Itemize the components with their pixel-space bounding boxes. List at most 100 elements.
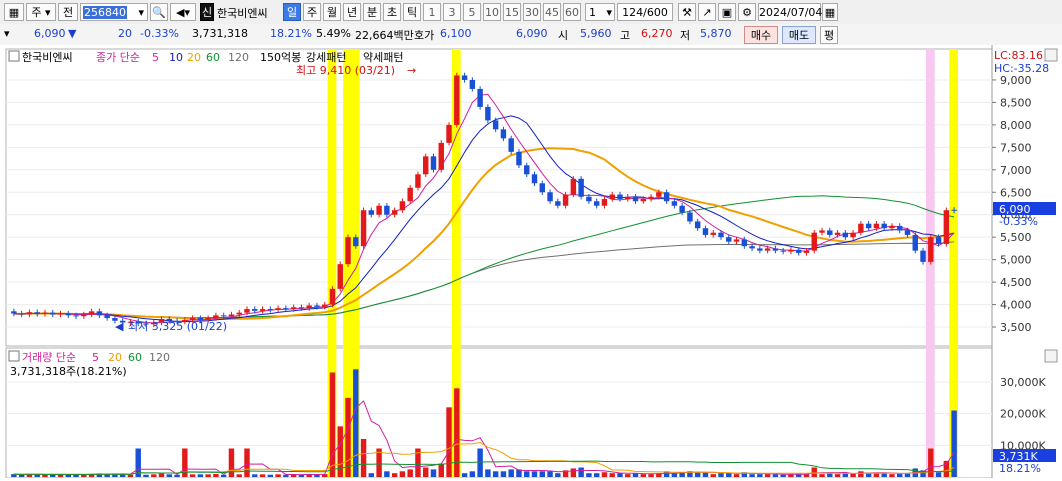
volume-bar	[492, 471, 499, 477]
current-price: 6,090	[34, 27, 66, 40]
period-month[interactable]: 월	[323, 3, 341, 21]
price-tag-pct: -0.33%	[999, 215, 1038, 228]
candle	[329, 288, 336, 305]
volume-bar	[555, 473, 561, 477]
period-minute[interactable]: 분	[363, 3, 381, 21]
legend-ma-label: 종가 단순	[96, 51, 140, 64]
chevron-down-icon[interactable]: ▾	[138, 4, 147, 22]
volume-legend-label: 거래량 단순	[22, 351, 76, 364]
num-1[interactable]: 1	[423, 3, 441, 21]
volume-text: 3,731,318주(18.21%)	[10, 365, 127, 378]
save-icon[interactable]: ▣	[718, 3, 736, 21]
dropdown-icon[interactable]: ▾	[4, 27, 10, 40]
legend-extra: 150억봉	[260, 51, 301, 64]
candle	[376, 205, 382, 215]
candle	[228, 314, 235, 317]
candle	[11, 311, 17, 314]
panel-menu-icon[interactable]	[8, 50, 20, 62]
volume-bar	[166, 474, 173, 477]
candle	[399, 201, 406, 211]
candle	[757, 248, 763, 251]
price-axis-tick: 4,000	[1000, 299, 1032, 312]
volume-bar	[189, 474, 196, 477]
date-input[interactable]: 2024/07/04	[758, 3, 822, 21]
eval-button[interactable]: 평	[820, 26, 838, 44]
scroll-up-icon[interactable]	[1044, 48, 1058, 62]
num-60[interactable]: 60	[563, 3, 581, 21]
volume: 3,731,318	[192, 27, 248, 40]
num-3[interactable]: 3	[443, 3, 461, 21]
count-input[interactable]: 124/600	[617, 3, 673, 21]
volume-bar	[764, 474, 771, 477]
candle	[733, 239, 740, 242]
volume-bar	[757, 474, 763, 477]
layout-icon[interactable]: ▦	[4, 3, 24, 21]
volume-axis-tick: 30,000K	[1000, 376, 1046, 389]
tool-icon[interactable]: ⚒	[678, 3, 696, 21]
buy-button[interactable]: 매수	[744, 26, 778, 44]
volume-bar	[524, 471, 530, 477]
sell-button[interactable]: 매도	[782, 26, 816, 44]
candle	[477, 88, 483, 107]
period-week[interactable]: 주	[303, 3, 321, 21]
low-label: 저	[680, 29, 691, 42]
volume-bar	[531, 471, 538, 477]
candle	[290, 307, 297, 310]
candle	[539, 183, 545, 193]
price-axis-tick: 8,500	[1000, 96, 1032, 109]
candle	[50, 312, 56, 315]
num-30[interactable]: 30	[523, 3, 541, 21]
sound-icon[interactable]: ◀▾	[170, 3, 196, 21]
candle	[26, 312, 33, 315]
calendar-icon[interactable]: ▦	[822, 3, 838, 21]
candle	[648, 196, 654, 199]
volume-bar	[244, 448, 250, 477]
candle	[407, 187, 413, 202]
prev-button[interactable]: 전	[58, 3, 78, 21]
period-second[interactable]: 초	[383, 3, 401, 21]
legend-ma20: 20	[187, 51, 201, 64]
volume-bar	[702, 472, 709, 477]
stock-chart[interactable]: 한국비엔씨 종가 단순 5 10 20 60 120 150억봉 강세패턴 약세…	[0, 45, 1062, 479]
num-45[interactable]: 45	[543, 3, 561, 21]
volume-bar	[259, 474, 266, 477]
volume-bar	[228, 448, 235, 477]
volume-bar	[384, 471, 390, 477]
search-icon[interactable]: 🔍	[150, 3, 168, 21]
volume-bar	[283, 474, 289, 477]
volume-menu-icon[interactable]	[8, 350, 20, 362]
volume-bar	[42, 474, 48, 477]
candle	[679, 205, 685, 213]
gear-icon[interactable]: ⚙	[738, 3, 756, 21]
volume-bar	[617, 473, 623, 477]
period-year[interactable]: 년	[343, 3, 361, 21]
num-5[interactable]: 5	[463, 3, 481, 21]
period-day[interactable]: 일	[283, 3, 301, 21]
candle	[827, 230, 833, 235]
code-input[interactable]: 256840 ▾	[80, 3, 148, 21]
candle	[42, 312, 48, 315]
num-10[interactable]: 10	[483, 3, 501, 21]
volume-bar	[353, 369, 359, 477]
volume-scroll-icon[interactable]	[1044, 349, 1058, 363]
chart-area[interactable]: 한국비엔씨 종가 단순 5 10 20 60 120 150억봉 강세패턴 약세…	[0, 45, 1062, 479]
candle	[469, 79, 476, 89]
volume-bar	[586, 473, 592, 477]
candle	[656, 192, 662, 197]
volume-bar	[858, 471, 864, 477]
high-label: 고	[620, 29, 631, 42]
period-tick[interactable]: 틱	[403, 3, 421, 21]
candle	[687, 212, 693, 222]
candle	[275, 308, 281, 310]
volume-bar	[275, 474, 281, 477]
volume-bar	[928, 448, 934, 477]
volume-bar	[430, 469, 437, 477]
candle	[904, 230, 911, 235]
type-dropdown[interactable]: 주 ▾	[26, 3, 56, 21]
bid-price: 6,090	[516, 27, 548, 40]
candle	[73, 315, 79, 317]
candle	[259, 309, 266, 311]
draw-icon[interactable]: ↗	[698, 3, 716, 21]
interval-dropdown[interactable]: 1 ▾	[585, 3, 615, 21]
num-15[interactable]: 15	[503, 3, 521, 21]
